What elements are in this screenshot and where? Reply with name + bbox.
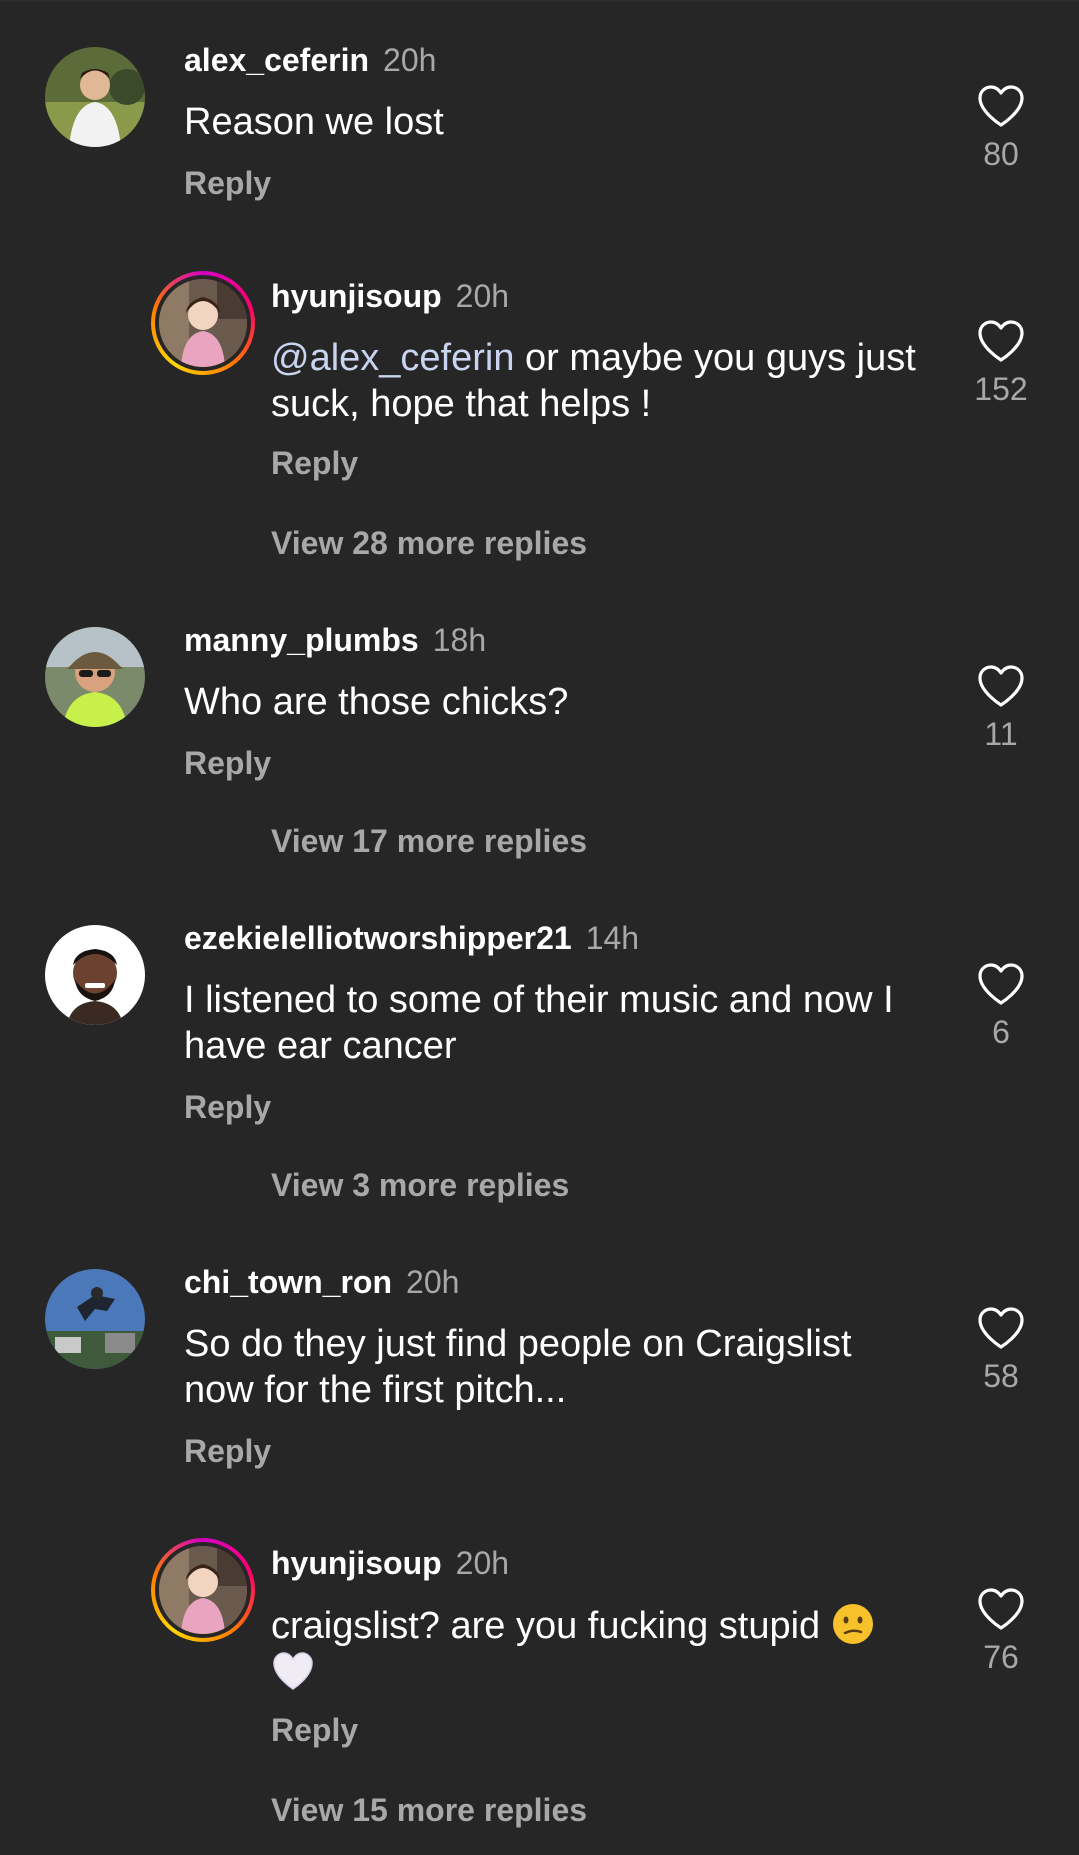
view-more-replies-button[interactable]: View 15 more replies: [271, 1790, 587, 1830]
avatar[interactable]: [45, 47, 145, 147]
comment-text-part: I listened to some of their music and no…: [184, 979, 894, 1021]
reply-button[interactable]: Reply: [184, 163, 271, 203]
comment-text-part: So do they just find people on Craigslis…: [184, 1323, 852, 1365]
comment-text: @alex_ceferin or maybe you guys just suc…: [271, 335, 951, 427]
timestamp: 18h: [432, 622, 487, 658]
username[interactable]: manny_plumbs: [184, 622, 419, 658]
view-more-replies-button[interactable]: View 3 more replies: [271, 1165, 569, 1205]
username[interactable]: ezekielelliotworshipper21: [184, 920, 572, 956]
username[interactable]: hyunjisoup: [271, 278, 442, 314]
avatar-image: [45, 925, 145, 1025]
reply-button[interactable]: Reply: [184, 1431, 271, 1471]
comment-text: So do they just find people on Craigslis…: [184, 1321, 944, 1413]
like-control: 11: [961, 664, 1041, 754]
comment-header: manny_plumbs 18h: [184, 620, 486, 660]
heart-outline-icon[interactable]: [977, 962, 1025, 1006]
comment-header: hyunjisoup 20h: [271, 276, 509, 316]
heart-outline-icon[interactable]: [977, 664, 1025, 708]
comment-text: craigslist? are you fucking stupid: [271, 1602, 951, 1696]
timestamp: 20h: [455, 1545, 510, 1581]
like-control: 80: [961, 84, 1041, 174]
reply-button[interactable]: Reply: [271, 443, 358, 483]
like-control: 6: [961, 962, 1041, 1052]
comment-text-part: have ear cancer: [184, 1025, 457, 1067]
comments-screen: alex_ceferin 20h Reason we lost Reply 80: [0, 0, 1079, 1855]
heart-outline-icon[interactable]: [977, 1306, 1025, 1350]
timestamp: 20h: [455, 278, 510, 314]
reply-button[interactable]: Reply: [271, 1710, 358, 1750]
like-count: 6: [992, 1014, 1010, 1050]
reply-button[interactable]: Reply: [184, 743, 271, 783]
comment-text-part: now for the first pitch...: [184, 1369, 567, 1411]
username[interactable]: chi_town_ron: [184, 1264, 392, 1300]
view-more-replies-button[interactable]: View 17 more replies: [271, 821, 587, 861]
heart-outline-icon[interactable]: [977, 319, 1025, 363]
comment-text-part: craigslist? are you fucking stupid: [271, 1605, 831, 1647]
avatar-image: [159, 279, 247, 367]
white-heart-emoji: [273, 1652, 313, 1690]
heart-outline-icon[interactable]: [977, 84, 1025, 128]
reply-button[interactable]: Reply: [184, 1087, 271, 1127]
like-control: 58: [961, 1306, 1041, 1396]
comment-text-part: or maybe you guys just: [514, 337, 916, 379]
like-count: 11: [984, 716, 1018, 752]
avatar[interactable]: [45, 627, 145, 727]
comment-text-part: suck, hope that helps !: [271, 383, 652, 425]
timestamp: 14h: [585, 920, 640, 956]
timestamp: 20h: [383, 42, 437, 78]
comment-header: alex_ceferin 20h: [184, 40, 436, 80]
username[interactable]: alex_ceferin: [184, 42, 369, 78]
username[interactable]: hyunjisoup: [271, 1545, 442, 1581]
like-control: 152: [961, 319, 1041, 409]
mention-link[interactable]: @alex_ceferin: [271, 337, 514, 379]
avatar-image: [159, 1546, 247, 1634]
avatar[interactable]: [45, 925, 145, 1025]
avatar-story-ring[interactable]: [151, 271, 255, 375]
confused-face-emoji: [832, 1604, 873, 1644]
view-more-replies-button[interactable]: View 28 more replies: [271, 523, 587, 563]
avatar-image: [45, 1269, 145, 1369]
like-count: 152: [974, 371, 1028, 407]
comment-text: Reason we lost: [184, 101, 444, 143]
comment-header: chi_town_ron 20h: [184, 1262, 459, 1302]
timestamp: 20h: [406, 1264, 460, 1300]
avatar[interactable]: [45, 1269, 145, 1369]
like-count: 58: [983, 1358, 1019, 1394]
like-count: 76: [983, 1639, 1019, 1675]
like-control: 76: [961, 1587, 1041, 1677]
avatar-story-ring[interactable]: [151, 1538, 255, 1642]
heart-outline-icon[interactable]: [977, 1587, 1025, 1631]
comment-header: hyunjisoup 20h: [271, 1543, 509, 1583]
comment-header: ezekielelliotworshipper21 14h: [184, 918, 639, 958]
avatar-image: [45, 627, 145, 727]
comment-text: I listened to some of their music and no…: [184, 977, 944, 1069]
avatar-image: [45, 47, 145, 147]
like-count: 80: [983, 136, 1019, 172]
comment-text: Who are those chicks?: [184, 681, 569, 723]
top-divider: [0, 0, 1079, 2]
